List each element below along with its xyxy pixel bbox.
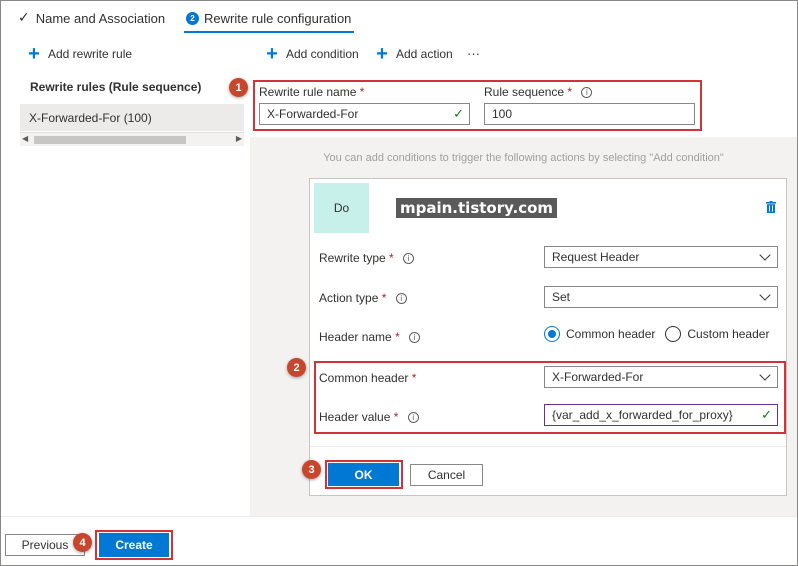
highlight-box-3 <box>325 460 403 489</box>
chevron-down-icon <box>759 289 771 301</box>
footer-divider <box>1 516 797 517</box>
radio-common-header[interactable] <box>544 326 560 342</box>
rewrite-type-select[interactable]: Request Header <box>544 246 778 268</box>
cancel-button[interactable]: Cancel <box>410 464 483 486</box>
step-marker-4: 4 <box>73 533 92 552</box>
rewrite-type-label: Rewrite type * i <box>319 251 415 265</box>
chevron-down-icon <box>759 249 771 261</box>
action-type-value: Set <box>552 290 571 304</box>
step-marker-2: 2 <box>287 358 306 377</box>
add-condition-label: Add condition <box>286 47 359 61</box>
scroll-right-icon[interactable]: ▶ <box>236 134 242 143</box>
card-divider <box>310 446 786 447</box>
scroll-left-icon[interactable]: ◀ <box>22 134 28 143</box>
rules-list-header: Rewrite rules (Rule sequence) <box>30 80 202 94</box>
add-rewrite-rule-label: Add rewrite rule <box>48 47 133 61</box>
info-icon[interactable]: i <box>395 293 407 305</box>
step-number-icon: 2 <box>186 11 199 25</box>
tab-label: Name and Association <box>35 10 166 26</box>
more-options-icon[interactable]: ··· <box>467 46 480 61</box>
highlight-box-1 <box>253 80 702 131</box>
do-block: Do <box>314 183 369 233</box>
header-name-radio-group: Common header Custom header <box>544 326 769 342</box>
add-action-label: Add action <box>396 47 453 61</box>
checkmark-icon: ✓ <box>18 10 30 26</box>
highlight-box-2 <box>314 361 786 434</box>
watermark: mpain.tistory.com <box>396 198 558 218</box>
info-icon[interactable]: i <box>403 253 415 265</box>
scrollbar-thumb[interactable] <box>34 136 186 144</box>
tab-label: Rewrite rule configuration <box>204 10 352 26</box>
info-icon[interactable]: i <box>409 332 421 344</box>
add-condition-button[interactable]: + Add condition <box>264 43 359 65</box>
plus-icon: + <box>28 43 40 65</box>
plus-icon: + <box>376 43 388 65</box>
action-type-select[interactable]: Set <box>544 286 778 308</box>
header-name-label: Header name * i <box>319 330 421 344</box>
conditions-hint: You can add conditions to trigger the fo… <box>323 152 724 164</box>
plus-icon: + <box>266 43 278 65</box>
radio-custom-header[interactable] <box>665 326 682 342</box>
list-item[interactable]: X-Forwarded-For (100) <box>20 104 244 131</box>
radio-custom-header-label: Custom header <box>687 327 770 341</box>
horizontal-scrollbar[interactable]: ◀ ▶ <box>20 132 244 146</box>
add-action-button[interactable]: + Add action <box>374 43 453 65</box>
delete-icon[interactable] <box>766 201 776 213</box>
highlight-box-4 <box>95 530 173 560</box>
tab-name-and-association[interactable]: ✓ Name and Association <box>18 0 165 36</box>
radio-common-header-label: Common header <box>566 327 656 341</box>
step-marker-3: 3 <box>302 460 321 479</box>
active-tab-indicator <box>184 31 354 33</box>
rewrite-type-value: Request Header <box>552 250 640 264</box>
step-marker-1: 1 <box>229 78 248 97</box>
action-type-label: Action type * i <box>319 291 407 305</box>
add-rewrite-rule-button[interactable]: + Add rewrite rule <box>26 43 133 65</box>
